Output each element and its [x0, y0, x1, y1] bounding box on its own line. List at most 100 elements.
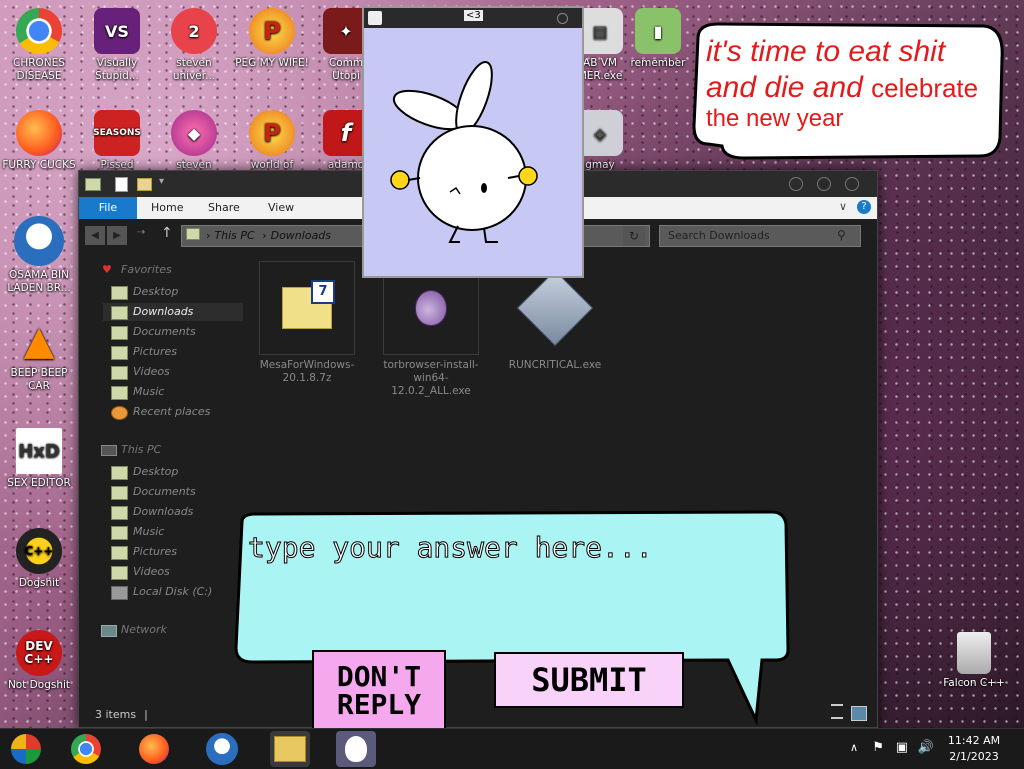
- taskbar-obama[interactable]: [204, 731, 240, 767]
- up-arrow-icon[interactable]: ↑: [161, 225, 173, 241]
- search-input[interactable]: Search Downloads: [659, 225, 861, 247]
- file-name: torbrowser-install-win64-12.0.2_ALL.exe: [383, 359, 479, 397]
- desktop-icon-label: OSAMA BIN LADEN BR...: [7, 269, 71, 294]
- folder-icon: [111, 306, 128, 320]
- nav-fav-downloads[interactable]: Downloads: [103, 303, 243, 321]
- volume-icon[interactable]: 🔊: [918, 740, 934, 755]
- network-tray-icon[interactable]: ▣: [896, 740, 908, 755]
- nav-this-pc-header[interactable]: This PC: [99, 443, 161, 456]
- taskbar-chrome[interactable]: [68, 731, 104, 767]
- nav-pc-desktop[interactable]: Desktop: [103, 463, 243, 481]
- nav-fav-recent-places[interactable]: Recent places: [103, 403, 243, 421]
- nav-label: Videos: [133, 565, 170, 578]
- speech-bubble: it's time to eat shit and die and celebr…: [684, 18, 1010, 164]
- desktop-icon-recycle-bin[interactable]: Falcon C++: [936, 632, 1012, 690]
- breadcrumb-current[interactable]: Downloads: [271, 229, 331, 242]
- search-placeholder: Search Downloads: [668, 229, 770, 242]
- nav-label: Pictures: [133, 345, 178, 358]
- desktop-icon-obama[interactable]: OSAMA BIN LADEN BR...: [1, 216, 77, 295]
- nav-pc-videos[interactable]: Videos: [103, 563, 243, 581]
- breadcrumb-root[interactable]: This PC: [214, 229, 254, 242]
- desktop-icon-hxd[interactable]: HxD SEX EDITOR: [1, 428, 77, 490]
- tab-share[interactable]: Share: [198, 197, 250, 219]
- network-icon: [101, 625, 117, 637]
- search-icon[interactable]: ⚲: [837, 228, 846, 242]
- file-item[interactable]: 7 MesaForWindows-20.1.8.7z: [259, 261, 355, 385]
- address-box[interactable]: › This PC › Downloads: [181, 225, 363, 247]
- taskbar-file-explorer[interactable]: [270, 731, 310, 767]
- firefox-icon: [16, 110, 62, 156]
- nav-fav-videos[interactable]: Videos: [103, 363, 243, 381]
- dont-reply-button[interactable]: DON'T REPLY: [312, 650, 446, 732]
- nav-fav-music[interactable]: Music: [103, 383, 243, 401]
- nav-pc-music[interactable]: Music: [103, 523, 243, 541]
- answer-input[interactable]: [246, 520, 770, 574]
- nav-pc-documents[interactable]: Documents: [103, 483, 243, 501]
- nav-pc-downloads[interactable]: Downloads: [103, 503, 243, 521]
- devcpp-icon: DEV C++: [16, 630, 62, 676]
- nav-pc-pictures[interactable]: Pictures: [103, 543, 243, 561]
- show-hidden-icons-icon[interactable]: ∧: [850, 741, 858, 754]
- details-view-icon[interactable]: [831, 704, 843, 719]
- new-folder-icon[interactable]: [137, 178, 152, 191]
- ribbon-expand-icon[interactable]: ∨: [839, 200, 847, 213]
- nav-fav-desktop[interactable]: Desktop: [103, 283, 243, 301]
- desktop-icon-steven-universe[interactable]: 2 steven univer...: [156, 8, 232, 83]
- large-icons-view-icon[interactable]: [851, 706, 867, 721]
- folder-icon: [111, 566, 128, 580]
- desktop-icon-vlc[interactable]: ▲ BEEP BEEP CAR: [1, 318, 77, 393]
- maximize-button[interactable]: [817, 177, 831, 191]
- nav-network-label: Network: [121, 623, 167, 636]
- start-button[interactable]: [8, 731, 44, 767]
- submit-button[interactable]: SUBMIT: [494, 652, 684, 708]
- file-item[interactable]: torbrowser-install-win64-12.0.2_ALL.exe: [383, 261, 479, 398]
- desktop-icon-world-of-peggle[interactable]: P world of: [234, 110, 310, 172]
- desktop-icon-chrome[interactable]: CHRONES DISEASE: [1, 8, 77, 83]
- properties-icon[interactable]: [115, 177, 128, 192]
- visual-studio-icon: VS: [94, 8, 140, 54]
- nav-pc-local-disk[interactable]: Local Disk (C:): [103, 583, 243, 601]
- tab-view[interactable]: View: [258, 197, 304, 219]
- quick-access-dropdown-icon[interactable]: ▾: [159, 176, 164, 187]
- close-button[interactable]: [845, 177, 859, 191]
- nav-favorites-header[interactable]: ♥ Favorites: [99, 263, 172, 276]
- minimize-button[interactable]: [789, 177, 803, 191]
- folder-icon: [111, 466, 128, 480]
- taskbar-bunny[interactable]: [336, 731, 376, 767]
- clock[interactable]: 11:42 AM 2/1/2023: [944, 733, 1004, 765]
- folder-icon: [111, 366, 128, 380]
- desktop-icon-peggle[interactable]: P PEG MY WIFE!: [234, 8, 310, 70]
- nav-fav-pictures[interactable]: Pictures: [103, 343, 243, 361]
- action-center-flag-icon[interactable]: ⚑: [872, 740, 884, 755]
- obama-icon: [206, 733, 238, 765]
- desktop-icon-devcpp[interactable]: DEV C++ Not Dogshit: [1, 630, 77, 692]
- recent-places-icon: [111, 406, 128, 420]
- taskbar-firefox[interactable]: [136, 731, 172, 767]
- desktop-icon-visual-studio[interactable]: VS Visually Stupid...: [79, 8, 155, 83]
- nav-network-header[interactable]: Network: [99, 623, 167, 637]
- clock-time: 11:42 AM: [947, 734, 1001, 747]
- nav-fav-documents[interactable]: Documents: [103, 323, 243, 341]
- back-button[interactable]: ◀: [85, 226, 105, 245]
- tab-home[interactable]: Home: [141, 197, 193, 219]
- refresh-icon[interactable]: ↻: [623, 226, 645, 246]
- desktop-icon-firefox[interactable]: FURRY CUCKS: [1, 110, 77, 172]
- file-name: RUNCRITICAL.exe: [508, 359, 602, 371]
- item-count: 3 items: [95, 708, 137, 721]
- status-bar: 3 items |: [95, 708, 148, 721]
- help-icon[interactable]: ?: [857, 200, 871, 214]
- popup-close-button[interactable]: [557, 13, 568, 24]
- chrome-icon: [71, 734, 101, 764]
- forward-button[interactable]: ▶: [107, 226, 127, 245]
- nav-label: Desktop: [133, 465, 179, 478]
- tab-file[interactable]: File: [79, 197, 137, 219]
- desktop-icon-label: Not Dogshit: [7, 679, 71, 691]
- nav-label: Music: [133, 385, 165, 398]
- desktop-icon-codeblocks[interactable]: C++ Dogshit: [1, 528, 77, 590]
- desktop-icon-steven[interactable]: ◆ steven: [156, 110, 232, 172]
- obama-icon: [14, 216, 64, 266]
- popup-titlebar[interactable]: <3: [364, 8, 582, 28]
- recent-locations-icon[interactable]: ⇢: [137, 227, 145, 238]
- bunny-popup-window[interactable]: <3: [362, 6, 584, 278]
- chrome-icon: [16, 8, 62, 54]
